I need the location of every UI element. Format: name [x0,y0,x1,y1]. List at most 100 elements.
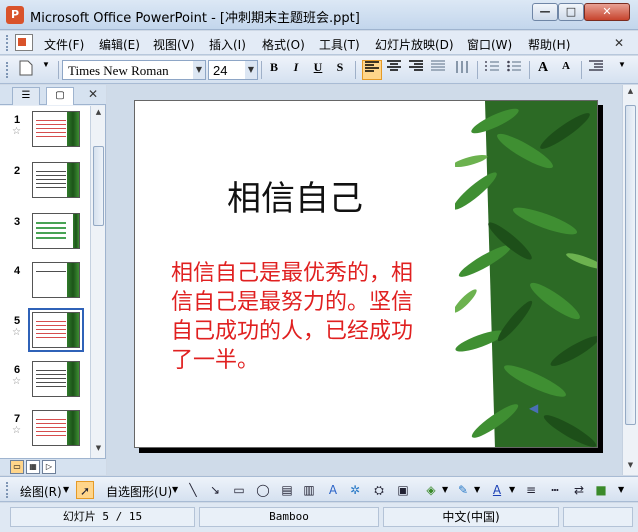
scroll-up-icon[interactable]: ▲ [625,87,636,99]
outline-icon: ☰ [21,90,31,101]
normal-view-icon[interactable]: ▭ [10,460,24,474]
bullets-button[interactable] [504,60,524,80]
toolbar-grip[interactable] [6,482,9,498]
scrollbar-thumb[interactable] [93,146,104,226]
thumbnail-row[interactable]: 7 ☆ [0,409,90,457]
diagram-icon[interactable]: ✲ [346,481,364,499]
toolbar-options-chevron-icon[interactable]: ▼ [618,485,624,494]
shadow-style-icon[interactable]: ■ [592,481,610,499]
dash-style-icon[interactable]: ┅ [546,481,564,499]
chevron-down-icon[interactable]: ▼ [172,485,178,494]
slide-thumbnail[interactable] [32,213,80,249]
slide-body-text[interactable]: 相信自己是最优秀的，相信自己是最努力的。坚信自己成功的人，已经成功了一半。 [171,259,421,375]
align-right-button[interactable] [406,60,426,80]
slideshow-view-icon[interactable]: ▷ [42,460,56,474]
document-icon[interactable] [15,34,33,51]
toolbar-grip[interactable] [6,62,9,78]
toolbar-options-chevron-icon[interactable]: ▼ [36,60,56,80]
maximize-button[interactable]: □ [558,3,584,21]
align-left-button[interactable] [362,60,382,80]
slide-title[interactable]: 相信自己 [227,171,363,220]
chevron-down-icon[interactable]: ▼ [509,485,515,494]
arrow-style-icon[interactable]: ⇄ [570,481,588,499]
toolbar-grip[interactable] [6,35,9,51]
menu-help[interactable]: 帮助(H) [528,36,570,53]
menu-file[interactable]: 文件(F) [44,36,84,53]
select-objects-icon[interactable]: ➚ [76,481,94,499]
align-center-button[interactable] [384,60,404,80]
thumbnail-scrollbar[interactable]: ▲ ▼ [90,106,105,458]
current-slide[interactable]: 相信自己 相信自己是最优秀的，相信自己是最努力的。坚信自己成功的人，已经成功了一… [134,100,598,448]
thumbnail-row[interactable]: 3 [0,212,90,260]
line-icon[interactable]: ╲ [184,481,202,499]
thumbnail-row[interactable]: 6 ☆ [0,360,90,408]
menu-view[interactable]: 视图(V) [153,36,195,53]
slide-thumbnail[interactable] [32,361,80,397]
slide-thumbnail[interactable] [32,262,80,298]
chevron-down-icon[interactable]: ▼ [245,61,257,79]
indent-icon[interactable] [586,60,606,80]
slide-sorter-view-icon[interactable]: ▦ [26,460,40,474]
slides-tab[interactable]: ▢ [46,87,74,105]
thumbnail-row[interactable]: 4 [0,261,90,309]
bold-button[interactable]: B [264,60,284,80]
vertical-textbox-icon[interactable]: ▥ [300,481,318,499]
close-window-button[interactable]: ✕ [584,3,630,21]
panel-close-icon[interactable]: ✕ [88,87,98,101]
new-document-icon[interactable] [16,60,36,80]
clipart-icon[interactable]: ⛭ [370,481,388,499]
thumbnail-row[interactable]: 5 ☆ [0,308,90,359]
scroll-up-icon[interactable]: ▲ [93,108,104,120]
scroll-down-icon[interactable]: ▼ [93,444,104,456]
distribute-columns-icon[interactable] [452,60,472,80]
font-name-select[interactable]: Times New Roman ▼ [62,60,206,80]
minimize-button[interactable]: — [532,3,558,21]
insert-picture-icon[interactable]: ▣ [394,481,412,499]
font-size-value: 24 [213,63,228,78]
menu-tools[interactable]: 工具(T) [319,36,360,53]
line-style-icon[interactable]: ≡ [522,481,540,499]
menu-slideshow[interactable]: 幻灯片放映(D) [375,36,454,53]
font-size-select[interactable]: 24 ▼ [208,60,258,80]
wordart-icon[interactable]: A [324,481,342,499]
slide-thumbnail[interactable] [32,410,80,446]
chevron-down-icon[interactable]: ▼ [442,485,448,494]
fill-color-icon[interactable]: ◈ [422,481,440,499]
draw-menu-button[interactable]: 绘图(R) [20,483,62,500]
document-close-button[interactable]: ✕ [608,34,630,52]
shrink-font-button[interactable]: A [556,60,576,80]
grow-font-button[interactable]: A [533,60,553,80]
slide-scrollbar[interactable]: ▲ ▼ [622,85,638,475]
slide-thumbnail[interactable] [32,162,80,198]
thumbnail-row[interactable]: 2 [0,161,90,209]
outline-tab[interactable]: ☰ [12,87,40,105]
numbering-button[interactable] [482,60,502,80]
menu-window[interactable]: 窗口(W) [467,36,512,53]
thumbnail-row[interactable]: 1 ☆ [0,110,90,158]
italic-button[interactable]: I [286,60,306,80]
shadow-button[interactable]: S [330,60,350,80]
menu-edit[interactable]: 编辑(E) [99,36,140,53]
autoshapes-menu-button[interactable]: 自选图形(U) [106,483,172,500]
toolbar-options-chevron-icon[interactable]: ▼ [612,60,632,80]
rectangle-icon[interactable]: ▭ [230,481,248,499]
sound-icon[interactable]: ◀ [529,401,538,415]
scrollbar-thumb[interactable] [625,105,636,425]
menu-format[interactable]: 格式(O) [262,36,305,53]
scroll-down-icon[interactable]: ▼ [625,461,636,473]
oval-icon[interactable]: ◯ [254,481,272,499]
chevron-down-icon[interactable]: ▼ [63,485,69,494]
font-color-icon[interactable]: A [488,481,506,499]
line-color-icon[interactable]: ✎ [454,481,472,499]
menu-insert[interactable]: 插入(I) [209,36,246,53]
justify-button[interactable] [428,60,448,80]
slide-thumbnail-selected[interactable] [28,308,84,352]
slide-thumbnail[interactable] [32,111,80,147]
underline-button[interactable]: U [308,60,328,80]
arrow-icon[interactable]: ↘ [206,481,224,499]
chevron-down-icon[interactable]: ▼ [193,61,205,79]
powerpoint-app-icon[interactable]: P [6,6,24,24]
slides-icon: ▢ [55,90,65,101]
textbox-icon[interactable]: ▤ [278,481,296,499]
chevron-down-icon[interactable]: ▼ [474,485,480,494]
